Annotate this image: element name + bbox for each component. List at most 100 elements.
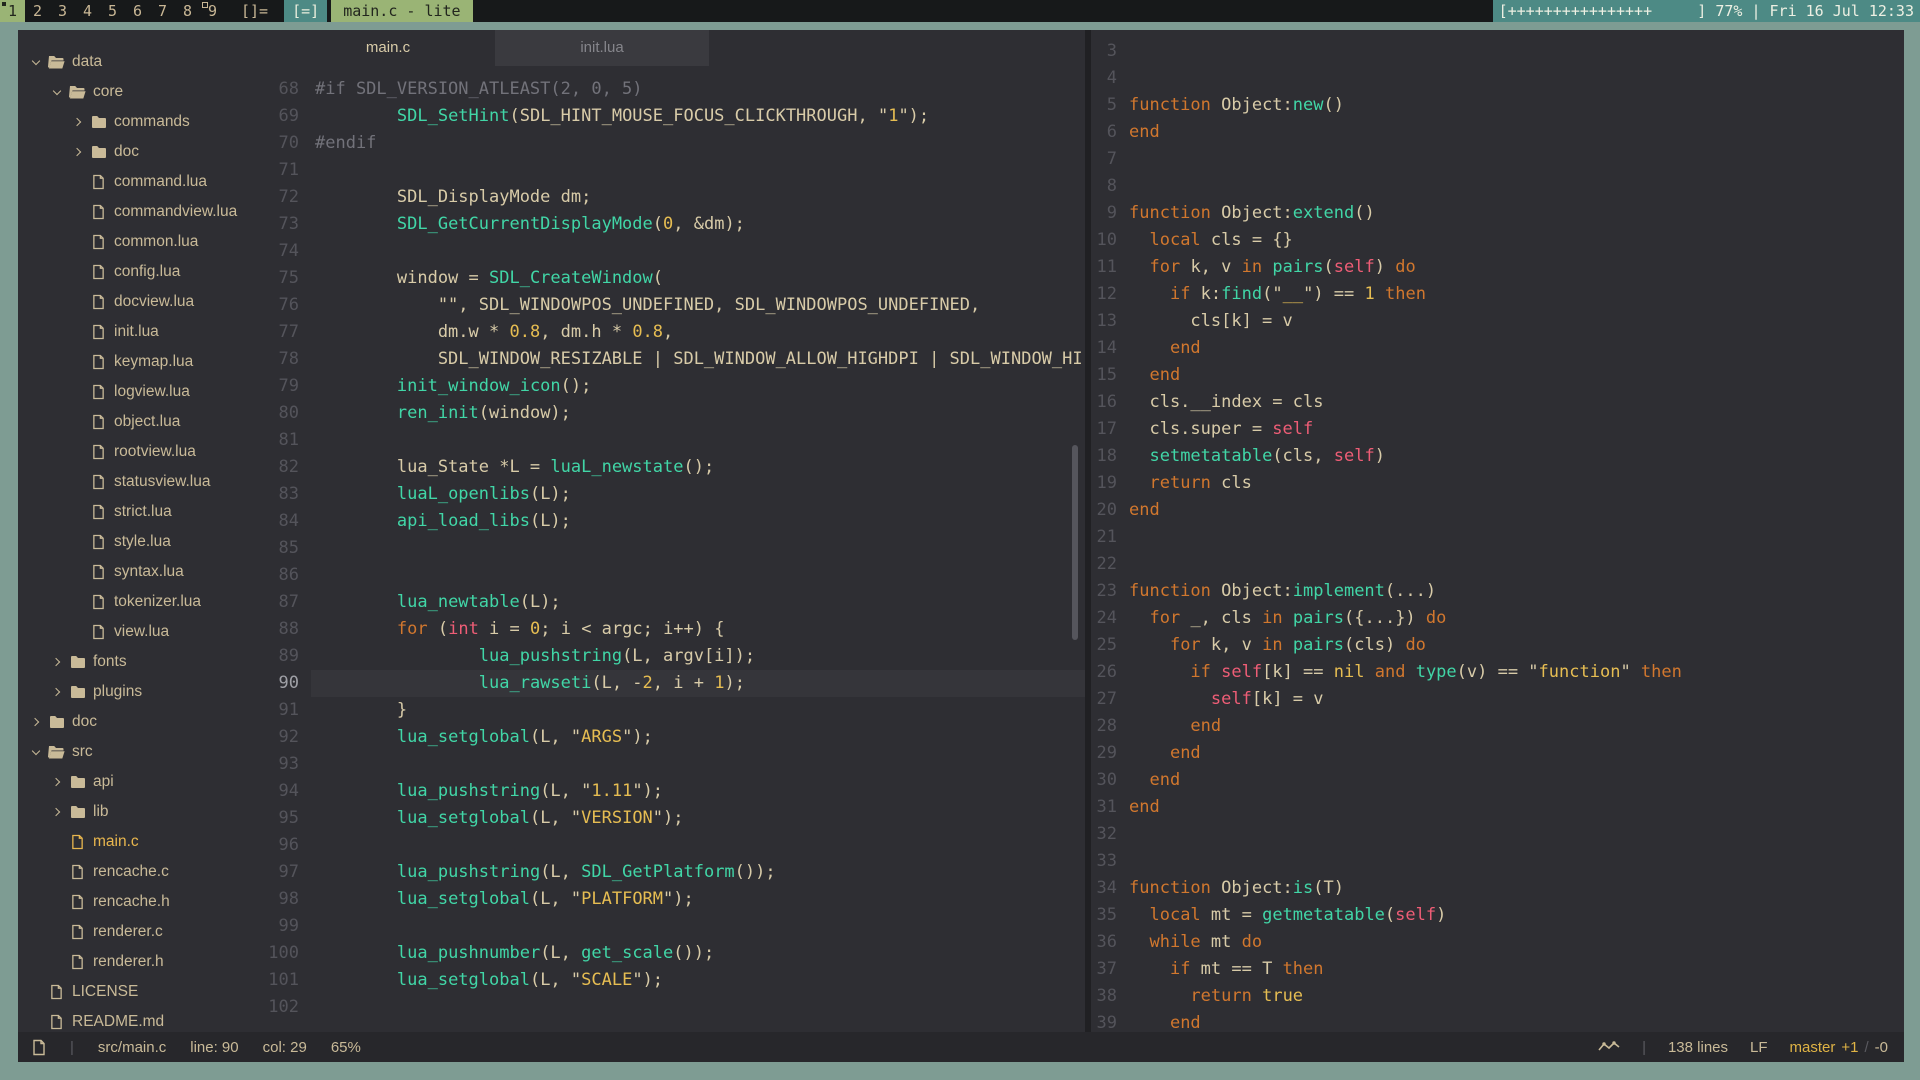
code-line-35[interactable]: 35 local mt = getmetatable(self) [1091, 902, 1904, 929]
code-line-8[interactable]: 8 [1091, 173, 1904, 200]
tree-item-rencache.c[interactable]: rencache.c [18, 857, 243, 887]
workspace-1[interactable]: 1 [0, 0, 25, 22]
tree-item-LICENSE[interactable]: LICENSE [18, 977, 243, 1007]
tree-item-tokenizer.lua[interactable]: tokenizer.lua [18, 587, 243, 617]
code-line-95[interactable]: 95 lua_setglobal(L, "VERSION"); [243, 805, 1085, 832]
code-line-38[interactable]: 38 return true [1091, 983, 1904, 1010]
tree-item-plugins[interactable]: plugins [18, 677, 243, 707]
layout-symbol[interactable]: []= [233, 0, 276, 22]
code-line-98[interactable]: 98 lua_setglobal(L, "PLATFORM"); [243, 886, 1085, 913]
code-line-76[interactable]: 76 "", SDL_WINDOWPOS_UNDEFINED, SDL_WIND… [243, 292, 1085, 319]
code-line-23[interactable]: 23function Object:implement(...) [1091, 578, 1904, 605]
code-line-25[interactable]: 25 for k, v in pairs(cls) do [1091, 632, 1904, 659]
code-line-77[interactable]: 77 dm.w * 0.8, dm.h * 0.8, [243, 319, 1085, 346]
code-line-100[interactable]: 100 lua_pushnumber(L, get_scale()); [243, 940, 1085, 967]
code-line-36[interactable]: 36 while mt do [1091, 929, 1904, 956]
tab-main.c[interactable]: main.c [281, 30, 495, 66]
code-line-75[interactable]: 75 window = SDL_CreateWindow( [243, 265, 1085, 292]
tree-item-logview.lua[interactable]: logview.lua [18, 377, 243, 407]
code-line-81[interactable]: 81 [243, 427, 1085, 454]
statusbar-line-info[interactable]: line: 90 [190, 1039, 238, 1056]
tree-item-renderer.c[interactable]: renderer.c [18, 917, 243, 947]
code-line-20[interactable]: 20end [1091, 497, 1904, 524]
tree-item-api[interactable]: api [18, 767, 243, 797]
workspace-6[interactable]: 6 [125, 0, 150, 22]
code-line-15[interactable]: 15 end [1091, 362, 1904, 389]
code-line-22[interactable]: 22 [1091, 551, 1904, 578]
workspace-4[interactable]: 4 [75, 0, 100, 22]
tree-item-view.lua[interactable]: view.lua [18, 617, 243, 647]
code-line-6[interactable]: 6end [1091, 119, 1904, 146]
tree-item-syntax.lua[interactable]: syntax.lua [18, 557, 243, 587]
tree-item-command.lua[interactable]: command.lua [18, 167, 243, 197]
code-line-94[interactable]: 94 lua_pushstring(L, "1.11"); [243, 778, 1085, 805]
code-line-85[interactable]: 85 [243, 535, 1085, 562]
code-line-26[interactable]: 26 if self[k] == nil and type(v) == "fun… [1091, 659, 1904, 686]
code-line-24[interactable]: 24 for _, cls in pairs({...}) do [1091, 605, 1904, 632]
code-line-71[interactable]: 71 [243, 157, 1085, 184]
code-line-13[interactable]: 13 cls[k] = v [1091, 308, 1904, 335]
code-line-33[interactable]: 33 [1091, 848, 1904, 875]
code-line-89[interactable]: 89 lua_pushstring(L, argv[i]); [243, 643, 1085, 670]
code-line-92[interactable]: 92 lua_setglobal(L, "ARGS"); [243, 724, 1085, 751]
code-line-83[interactable]: 83 luaL_openlibs(L); [243, 481, 1085, 508]
tree-item-data[interactable]: data [18, 47, 243, 77]
code-line-31[interactable]: 31end [1091, 794, 1904, 821]
workspace-5[interactable]: 5 [100, 0, 125, 22]
workspace-3[interactable]: 3 [50, 0, 75, 22]
code-line-90[interactable]: 90 lua_rawseti(L, -2, i + 1); [243, 670, 1085, 697]
code-line-11[interactable]: 11 for k, v in pairs(self) do [1091, 254, 1904, 281]
statusbar-col-info[interactable]: col: 29 [263, 1039, 307, 1056]
workspace-2[interactable]: 2 [25, 0, 50, 22]
tree-item-init.lua[interactable]: init.lua [18, 317, 243, 347]
code-line-14[interactable]: 14 end [1091, 335, 1904, 362]
code-line-19[interactable]: 19 return cls [1091, 470, 1904, 497]
code-line-34[interactable]: 34function Object:is(T) [1091, 875, 1904, 902]
tree-item-strict.lua[interactable]: strict.lua [18, 497, 243, 527]
workspace-7[interactable]: 7 [150, 0, 175, 22]
code-line-16[interactable]: 16 cls.__index = cls [1091, 389, 1904, 416]
code-line-78[interactable]: 78 SDL_WINDOW_RESIZABLE | SDL_WINDOW_ALL… [243, 346, 1085, 373]
code-line-69[interactable]: 69 SDL_SetHint(SDL_HINT_MOUSE_FOCUS_CLIC… [243, 103, 1085, 130]
code-line-12[interactable]: 12 if k:find("__") == 1 then [1091, 281, 1904, 308]
tree-item-main.c[interactable]: main.c [18, 827, 243, 857]
code-line-97[interactable]: 97 lua_pushstring(L, SDL_GetPlatform()); [243, 859, 1085, 886]
tree-item-statusview.lua[interactable]: statusview.lua [18, 467, 243, 497]
tree-item-commandview.lua[interactable]: commandview.lua [18, 197, 243, 227]
code-line-39[interactable]: 39 end [1091, 1010, 1904, 1032]
tree-item-fonts[interactable]: fonts [18, 647, 243, 677]
code-line-96[interactable]: 96 [243, 832, 1085, 859]
code-line-99[interactable]: 99 [243, 913, 1085, 940]
tree-item-doc[interactable]: doc [18, 707, 243, 737]
tree-item-config.lua[interactable]: config.lua [18, 257, 243, 287]
tree-item-doc[interactable]: doc [18, 137, 243, 167]
code-line-18[interactable]: 18 setmetatable(cls, self) [1091, 443, 1904, 470]
code-line-3[interactable]: 3 [1091, 38, 1904, 65]
workspace-8[interactable]: 8 [175, 0, 200, 22]
workspace-9[interactable]: 9 [200, 0, 225, 22]
code-line-101[interactable]: 101 lua_setglobal(L, "SCALE"); [243, 967, 1085, 994]
code-line-10[interactable]: 10 local cls = {} [1091, 227, 1904, 254]
code-line-27[interactable]: 27 self[k] = v [1091, 686, 1904, 713]
code-line-68[interactable]: 68#if SDL_VERSION_ATLEAST(2, 0, 5) [243, 76, 1085, 103]
tree-item-keymap.lua[interactable]: keymap.lua [18, 347, 243, 377]
code-line-87[interactable]: 87 lua_newtable(L); [243, 589, 1085, 616]
code-line-7[interactable]: 7 [1091, 146, 1904, 173]
layout-symbol-selected[interactable]: [=] [284, 0, 327, 22]
code-line-30[interactable]: 30 end [1091, 767, 1904, 794]
tree-item-docview.lua[interactable]: docview.lua [18, 287, 243, 317]
code-line-29[interactable]: 29 end [1091, 740, 1904, 767]
tree-item-renderer.h[interactable]: renderer.h [18, 947, 243, 977]
tab-init.lua[interactable]: init.lua [495, 30, 709, 66]
code-line-70[interactable]: 70#endif [243, 130, 1085, 157]
tree-item-commands[interactable]: commands [18, 107, 243, 137]
code-line-21[interactable]: 21 [1091, 524, 1904, 551]
code-line-5[interactable]: 5function Object:new() [1091, 92, 1904, 119]
code-line-74[interactable]: 74 [243, 238, 1085, 265]
tree-item-style.lua[interactable]: style.lua [18, 527, 243, 557]
tree-item-rootview.lua[interactable]: rootview.lua [18, 437, 243, 467]
code-line-73[interactable]: 73 SDL_GetCurrentDisplayMode(0, &dm); [243, 211, 1085, 238]
code-line-93[interactable]: 93 [243, 751, 1085, 778]
tree-item-README.md[interactable]: README.md [18, 1007, 243, 1032]
code-line-32[interactable]: 32 [1091, 821, 1904, 848]
